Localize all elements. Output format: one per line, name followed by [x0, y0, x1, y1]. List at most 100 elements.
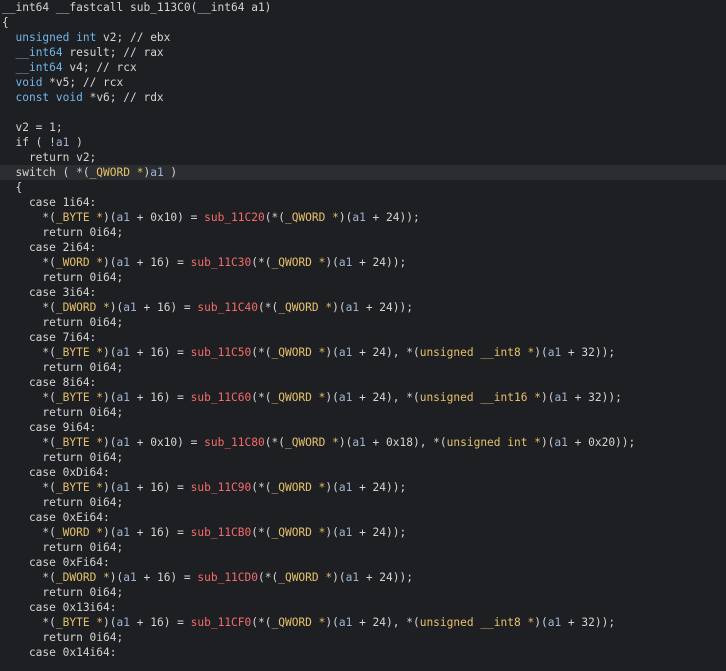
argument-identifier[interactable]: a1 — [117, 481, 130, 494]
code-line[interactable]: return 0i64; — [0, 630, 726, 645]
code-line[interactable]: *(_WORD *)(a1 + 16) = sub_11C30(*(_QWORD… — [0, 255, 726, 270]
function-call[interactable]: sub_11C60 — [191, 391, 252, 404]
code-line[interactable]: return 0i64; — [0, 585, 726, 600]
code-line[interactable]: return 0i64; — [0, 405, 726, 420]
cast-type: unsigned int * — [446, 436, 541, 449]
function-call[interactable]: sub_11CB0 — [191, 526, 252, 539]
code-text: result; // rax — [62, 46, 164, 59]
argument-identifier[interactable]: a1 — [339, 526, 352, 539]
cast-type: _QWORD * — [284, 211, 339, 224]
code-line[interactable]: case 0xDi64: — [0, 465, 726, 480]
argument-identifier[interactable]: a1 — [117, 346, 130, 359]
code-text: ) — [69, 136, 83, 149]
code-line[interactable]: return 0i64; — [0, 270, 726, 285]
function-call[interactable]: sub_11CD0 — [197, 571, 258, 584]
argument-identifier[interactable]: a1 — [352, 436, 365, 449]
argument-identifier[interactable]: a1 — [339, 481, 352, 494]
argument-identifier[interactable]: a1 — [352, 211, 365, 224]
code-line[interactable]: *(_BYTE *)(a1 + 0x10) = sub_11C20(*(_QWO… — [0, 210, 726, 225]
argument-identifier[interactable]: a1 — [117, 616, 130, 629]
argument-identifier[interactable]: a1 — [117, 211, 130, 224]
pseudocode-viewer[interactable]: __int64 __fastcall sub_113C0(__int64 a1)… — [0, 0, 726, 671]
code-line[interactable]: case 8i64: — [0, 375, 726, 390]
code-line[interactable]: case 0xEi64: — [0, 510, 726, 525]
function-call[interactable]: sub_11C90 — [191, 481, 252, 494]
function-call[interactable]: sub_11C30 — [191, 256, 252, 269]
argument-identifier[interactable]: a1 — [117, 526, 130, 539]
code-text: case 0x14i64: — [2, 646, 117, 659]
code-line[interactable]: unsigned int v2; // ebx — [0, 30, 726, 45]
code-line[interactable]: case 3i64: — [0, 285, 726, 300]
code-line[interactable]: { — [0, 180, 726, 195]
argument-identifier[interactable]: a1 — [548, 616, 561, 629]
code-line[interactable]: __int64 __fastcall sub_113C0(__int64 a1) — [0, 0, 726, 15]
argument-identifier[interactable]: a1 — [117, 391, 130, 404]
code-line[interactable]: *(_WORD *)(a1 + 16) = sub_11CB0(*(_QWORD… — [0, 525, 726, 540]
code-text: return 0i64; — [2, 316, 124, 329]
code-line[interactable]: return 0i64; — [0, 495, 726, 510]
type-keyword: const void — [15, 91, 83, 104]
code-line[interactable]: case 7i64: — [0, 330, 726, 345]
code-line[interactable]: *(_DWORD *)(a1 + 16) = sub_11C40(*(_QWOR… — [0, 300, 726, 315]
code-line[interactable]: case 9i64: — [0, 420, 726, 435]
code-line[interactable] — [0, 105, 726, 120]
code-line[interactable]: switch ( *(_QWORD *)a1 ) — [0, 165, 726, 180]
code-line[interactable]: __int64 v4; // rcx — [0, 60, 726, 75]
code-line[interactable]: if ( !a1 ) — [0, 135, 726, 150]
code-line[interactable]: case 2i64: — [0, 240, 726, 255]
code-text: *( — [2, 256, 56, 269]
cast-type: _QWORD * — [271, 526, 326, 539]
argument-identifier[interactable]: a1 — [117, 436, 130, 449]
code-line[interactable]: *(_BYTE *)(a1 + 16) = sub_11C90(*(_QWORD… — [0, 480, 726, 495]
code-text: )( — [325, 616, 339, 629]
argument-identifier[interactable]: a1 — [150, 166, 163, 179]
code-line[interactable]: { — [0, 15, 726, 30]
code-area[interactable]: __int64 __fastcall sub_113C0(__int64 a1)… — [0, 0, 726, 660]
code-line[interactable]: void *v5; // rcx — [0, 75, 726, 90]
function-call[interactable]: sub_11C80 — [204, 436, 265, 449]
code-text: )( — [103, 616, 117, 629]
code-line[interactable]: return 0i64; — [0, 450, 726, 465]
code-line[interactable]: *(_DWORD *)(a1 + 16) = sub_11CD0(*(_QWOR… — [0, 570, 726, 585]
code-line[interactable]: return 0i64; — [0, 315, 726, 330]
function-call[interactable]: sub_11CF0 — [191, 616, 252, 629]
code-line[interactable]: *(_BYTE *)(a1 + 16) = sub_11C60(*(_QWORD… — [0, 390, 726, 405]
code-line[interactable]: case 1i64: — [0, 195, 726, 210]
argument-identifier[interactable]: a1 — [123, 571, 136, 584]
argument-identifier[interactable]: a1 — [339, 346, 352, 359]
code-line[interactable]: *(_BYTE *)(a1 + 0x10) = sub_11C80(*(_QWO… — [0, 435, 726, 450]
code-line[interactable]: case 0xFi64: — [0, 555, 726, 570]
argument-identifier[interactable]: a1 — [123, 301, 136, 314]
argument-identifier[interactable]: a1 — [339, 256, 352, 269]
code-line[interactable]: return 0i64; — [0, 540, 726, 555]
code-text: )( — [325, 391, 339, 404]
argument-identifier[interactable]: a1 — [117, 256, 130, 269]
argument-identifier[interactable]: a1 — [554, 391, 567, 404]
code-line[interactable]: return 0i64; — [0, 360, 726, 375]
function-call[interactable]: sub_11C20 — [204, 211, 265, 224]
code-line[interactable]: case 0x14i64: — [0, 645, 726, 660]
argument-identifier[interactable]: a1 — [554, 436, 567, 449]
code-line[interactable]: *(_BYTE *)(a1 + 16) = sub_11CF0(*(_QWORD… — [0, 615, 726, 630]
code-line[interactable]: return v2; — [0, 150, 726, 165]
argument-identifier[interactable]: a1 — [548, 346, 561, 359]
code-line[interactable]: case 0x13i64: — [0, 600, 726, 615]
argument-identifier[interactable]: a1 — [346, 301, 359, 314]
argument-identifier[interactable]: a1 — [339, 616, 352, 629]
argument-identifier[interactable]: a1 — [56, 136, 69, 149]
function-call[interactable]: sub_11C40 — [197, 301, 258, 314]
code-line[interactable]: *(_BYTE *)(a1 + 16) = sub_11C50(*(_QWORD… — [0, 345, 726, 360]
code-text: case 2i64: — [2, 241, 97, 254]
function-call[interactable]: sub_11C50 — [191, 346, 252, 359]
code-text: + 16) = — [136, 301, 198, 314]
code-line[interactable]: return 0i64; — [0, 225, 726, 240]
argument-identifier[interactable]: a1 — [346, 571, 359, 584]
code-text: case 0xFi64: — [2, 556, 110, 569]
code-line[interactable]: __int64 result; // rax — [0, 45, 726, 60]
code-line[interactable]: const void *v6; // rdx — [0, 90, 726, 105]
argument-identifier[interactable]: a1 — [339, 391, 352, 404]
code-line[interactable]: v2 = 1; — [0, 120, 726, 135]
cast-type: _QWORD * — [271, 481, 326, 494]
cast-type: _QWORD * — [89, 166, 144, 179]
